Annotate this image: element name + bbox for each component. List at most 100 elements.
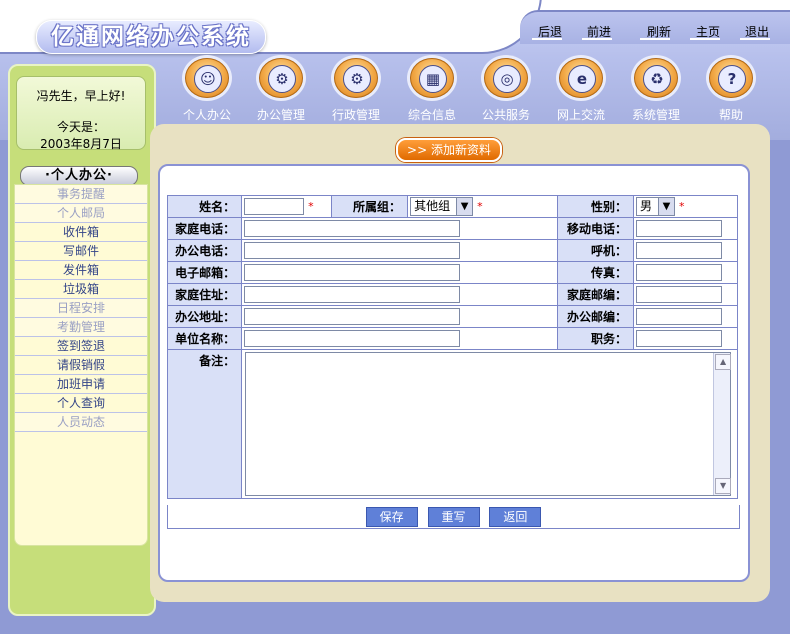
person-icon: ☺ <box>185 58 229 98</box>
company-label: 单位名称： <box>166 327 243 350</box>
home-address-cell <box>241 283 559 306</box>
pager-cell <box>632 239 739 262</box>
menu-label: 行政管理 <box>331 108 380 122</box>
internet-e-icon: e <box>559 58 603 98</box>
home-address-label: 家庭住址： <box>166 283 243 306</box>
globe-icon-glyph: ◎ <box>493 65 521 93</box>
greeting-box: 冯先生，早上好! 今天是： 2003年8月7日 <box>16 76 146 151</box>
recycle-icon-glyph: ♻ <box>643 65 671 93</box>
menu-personal-office[interactable]: ☺ 个人办公 <box>172 58 242 122</box>
required-mark: * <box>308 200 314 213</box>
gender-label: 性别： <box>557 195 634 218</box>
menu-office-management[interactable]: ⚙ 办公管理 <box>246 58 316 122</box>
recycle-icon: ♻ <box>634 58 678 98</box>
gender-select-value: 男 <box>639 199 652 213</box>
menu-label: 综合信息 <box>407 108 456 122</box>
group-label: 所属组： <box>331 195 409 218</box>
menu-help[interactable]: ? 帮助 <box>696 58 766 122</box>
home-zip-label: 家庭邮编： <box>557 283 634 306</box>
office-zip-cell <box>632 305 739 328</box>
sidebar-item-compose[interactable]: 写邮件 <box>15 242 147 261</box>
office-address-input[interactable] <box>244 308 461 325</box>
add-new-record-button[interactable]: >> 添加新资料 <box>396 138 502 162</box>
contact-form: 姓名： * 所属组： 其他组 ▼ * 性别： 男 ▼ * 家庭电话： 移动电话： 办公电… <box>166 195 739 499</box>
gear-icon: ⚙ <box>259 58 303 98</box>
email-input[interactable] <box>244 264 461 281</box>
menu-system-management[interactable]: ♻ 系统管理 <box>621 58 691 122</box>
today-label: 今天是： <box>56 120 105 134</box>
email-cell <box>241 261 559 284</box>
home-phone-input[interactable] <box>244 220 461 237</box>
nav-underline <box>640 38 670 40</box>
chevron-down-icon: ▼ <box>657 198 674 215</box>
menu-label: 办公管理 <box>256 108 305 122</box>
internet-e-icon-glyph: e <box>568 65 596 93</box>
pager-input[interactable] <box>635 242 722 259</box>
sidebar-menu: 事务提醒 个人邮局 收件箱 写邮件 发件箱 垃圾箱 日程安排 考勤管理 签到签退… <box>14 184 148 546</box>
position-cell <box>632 327 739 350</box>
required-mark: * <box>477 200 483 213</box>
position-label: 职务： <box>557 327 634 350</box>
name-label: 姓名： <box>166 195 243 218</box>
scroll-up-icon[interactable]: ▲ <box>715 354 732 370</box>
home-address-input[interactable] <box>244 286 461 303</box>
company-cell <box>241 327 559 350</box>
menu-public-services[interactable]: ◎ 公共服务 <box>471 58 541 122</box>
gender-cell: 男 ▼ * <box>632 195 739 218</box>
sidebar-item-outbox[interactable]: 发件箱 <box>15 261 147 280</box>
sidebar-item-attendance[interactable]: 考勤管理 <box>15 318 147 337</box>
pager-label: 呼机： <box>557 239 634 262</box>
sidebar-item-overtime[interactable]: 加班申请 <box>15 375 147 394</box>
menu-label: 网上交流 <box>556 108 605 122</box>
fax-cell <box>632 261 739 284</box>
mobile-label: 移动电话： <box>557 217 634 240</box>
required-mark: * <box>678 200 685 213</box>
sidebar-section-title: ·个人办公· <box>20 166 138 186</box>
remark-textarea[interactable]: ▲ ▼ <box>245 352 732 496</box>
email-label: 电子邮箱： <box>166 261 243 284</box>
nav-underline <box>690 38 720 40</box>
reset-button[interactable]: 重写 <box>427 507 480 527</box>
mobile-cell <box>632 217 739 240</box>
help-icon: ? <box>709 58 753 98</box>
scrollbar[interactable]: ▲ ▼ <box>713 353 732 495</box>
sidebar-item-reminders[interactable]: 事务提醒 <box>15 185 147 204</box>
menu-label: 系统管理 <box>631 108 680 122</box>
sidebar-item-inbox[interactable]: 收件箱 <box>15 223 147 242</box>
company-input[interactable] <box>244 330 461 347</box>
office-address-cell <box>241 305 559 328</box>
gender-select[interactable]: 男 ▼ <box>635 197 675 216</box>
menu-online-exchange[interactable]: e 网上交流 <box>546 58 616 122</box>
office-phone-input[interactable] <box>244 242 461 259</box>
menu-label: 个人办公 <box>182 108 231 122</box>
sidebar-item-personal-mail[interactable]: 个人邮局 <box>15 204 147 223</box>
office-zip-input[interactable] <box>635 308 722 325</box>
windows-icon: ▦ <box>410 58 454 98</box>
sidebar-item-staff-news[interactable]: 人员动态 <box>15 413 147 432</box>
group-select[interactable]: 其他组 ▼ <box>410 197 474 216</box>
menu-general-info[interactable]: ▦ 综合信息 <box>397 58 467 122</box>
help-icon-glyph: ? <box>718 65 746 93</box>
sidebar-item-personal-query[interactable]: 个人查询 <box>15 394 147 413</box>
form-buttons: 保存 重写 返回 <box>167 505 740 529</box>
sidebar-item-leave[interactable]: 请假销假 <box>15 356 147 375</box>
save-button[interactable]: 保存 <box>365 507 418 527</box>
position-input[interactable] <box>635 330 722 347</box>
name-input[interactable] <box>244 198 305 215</box>
gear-icon-glyph: ⚙ <box>268 65 296 93</box>
sidebar-item-trash[interactable]: 垃圾箱 <box>15 280 147 299</box>
back-button[interactable]: 返回 <box>489 507 542 527</box>
fax-input[interactable] <box>635 264 722 281</box>
sidebar-item-check-in[interactable]: 签到签退 <box>15 337 147 356</box>
globe-icon: ◎ <box>484 58 528 98</box>
mobile-input[interactable] <box>635 220 722 237</box>
name-cell: * <box>241 195 333 218</box>
remark-cell: ▲ ▼ <box>241 349 738 499</box>
scroll-down-icon[interactable]: ▼ <box>715 478 732 494</box>
home-zip-input[interactable] <box>635 286 722 303</box>
menu-label: 帮助 <box>718 108 743 122</box>
sidebar-item-schedule[interactable]: 日程安排 <box>15 299 147 318</box>
office-zip-label: 办公邮编： <box>557 305 634 328</box>
menu-admin-management[interactable]: ⚙ 行政管理 <box>321 58 391 122</box>
nav-underline <box>582 38 612 40</box>
